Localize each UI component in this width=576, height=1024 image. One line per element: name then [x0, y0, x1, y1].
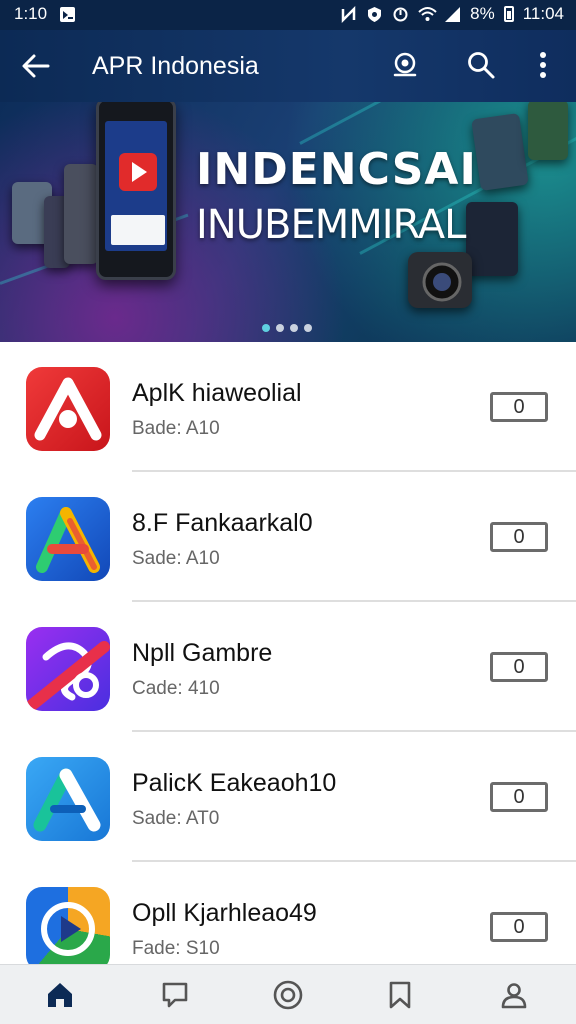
count-box[interactable]: 0: [490, 912, 548, 942]
status-time-left: 1:10: [14, 4, 48, 23]
banner-subline: INUBEMMIRAL: [196, 202, 466, 248]
device-illustration: [466, 202, 518, 276]
shield-icon: [366, 6, 383, 23]
sync-icon: [392, 6, 409, 23]
play-circle-icon: [26, 887, 110, 964]
list-item[interactable]: Npll Gambre Cade: 410 0: [0, 602, 576, 732]
carousel-dot[interactable]: [262, 324, 270, 332]
app-name: 8.F Fankaarkal0: [132, 509, 313, 537]
count-box[interactable]: 0: [490, 522, 548, 552]
phone-card-illustration: [111, 215, 165, 245]
status-bar: 1:10 8% 11:04: [0, 0, 576, 30]
camera-icon[interactable]: [388, 48, 422, 82]
bookmark-icon[interactable]: [382, 977, 418, 1013]
promo-banner[interactable]: INDENCSAI INUBEMMIRAL: [0, 102, 576, 342]
carousel-indicator[interactable]: [262, 324, 312, 332]
notification-icon: [59, 6, 76, 23]
count-box[interactable]: 0: [490, 652, 548, 682]
count-box[interactable]: 0: [490, 392, 548, 422]
wifi-icon: [418, 6, 437, 23]
page-title: APR Indonesia: [92, 52, 259, 80]
app-list: AplK hiaweolial Bade: A10 0 8.F Fankaark…: [0, 342, 576, 964]
app-name: Opll Kjarhleao49: [132, 899, 317, 927]
battery-percentage: 8%: [470, 4, 495, 23]
red-a-icon: [26, 367, 110, 451]
app-meta: Cade: 410: [132, 678, 220, 699]
bottom-navigation: [0, 964, 576, 1024]
app-name: AplK hiaweolial: [132, 379, 302, 407]
device-illustration: [528, 102, 568, 160]
app-meta: Sade: A10: [132, 548, 220, 569]
teal-a-icon: [26, 757, 110, 841]
nfc-icon: [340, 5, 357, 23]
phone-illustration: [96, 102, 176, 280]
profile-icon[interactable]: [496, 977, 532, 1013]
list-item[interactable]: 8.F Fankaarkal0 Sade: A10 0: [0, 472, 576, 602]
chat-icon[interactable]: [157, 977, 193, 1013]
play-logo-icon: [119, 153, 157, 191]
battery-icon: [503, 6, 514, 22]
app-meta: Sade: AT0: [132, 808, 220, 829]
app-meta: Bade: A10: [132, 418, 220, 439]
banner-headline: INDENCSAI: [196, 144, 477, 195]
target-icon[interactable]: [270, 977, 306, 1013]
multicolor-a-icon: [26, 497, 110, 581]
status-time-right: 11:04: [522, 4, 564, 23]
carousel-dot[interactable]: [290, 324, 298, 332]
carousel-dot[interactable]: [304, 324, 312, 332]
device-illustration: [64, 164, 98, 264]
list-item[interactable]: PalicK Eakeaoh10 Sade: AT0 0: [0, 732, 576, 862]
carousel-dot[interactable]: [276, 324, 284, 332]
device-illustration: [471, 113, 529, 191]
signal-icon: [444, 6, 461, 23]
search-icon[interactable]: [464, 48, 498, 82]
app-name: Npll Gambre: [132, 639, 273, 667]
banner-stripe: [299, 102, 566, 145]
app-name: PalicK Eakeaoh10: [132, 769, 337, 797]
home-icon[interactable]: [42, 977, 78, 1013]
more-options-icon[interactable]: [526, 48, 560, 82]
camera-illustration: [408, 252, 472, 308]
list-item[interactable]: AplK hiaweolial Bade: A10 0: [0, 342, 576, 472]
app-bar: APR Indonesia: [0, 30, 576, 102]
app-meta: Fade: S10: [132, 938, 220, 959]
count-box[interactable]: 0: [490, 782, 548, 812]
back-arrow-icon[interactable]: [20, 50, 52, 82]
list-item[interactable]: Opll Kjarhleao49 Fade: S10 0: [0, 862, 576, 964]
purple-swirl-icon: [26, 627, 110, 711]
